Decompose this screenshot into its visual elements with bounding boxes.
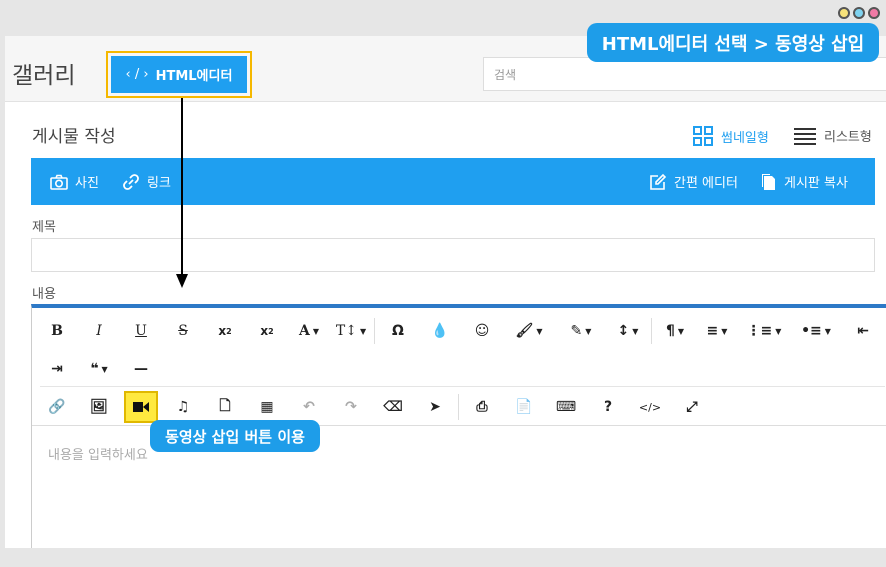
line-height-dropdown[interactable]: ↕ ▼ (607, 316, 649, 346)
insert-video-icon[interactable] (124, 391, 158, 423)
toolbar-row-1: B I U S x2 x2 A▼ T↕▼ Ω 💧 ☺ 🖌▼ ✎▼ ↕▼ (36, 312, 884, 350)
browser-frame: HTML에디터 선택 > 동영상 삽입 갤러리 ‹ / › HTML에디터 검색… (0, 0, 886, 567)
view-list-toggle[interactable]: 리스트형 (794, 126, 872, 145)
callout-video-button: 동영상 삽입 버튼 이용 (150, 420, 320, 452)
horizontal-rule-button[interactable]: — (120, 354, 162, 384)
simple-editor-button[interactable]: 간편 에디터 (649, 158, 738, 205)
post-title: 게시물 작성 (32, 127, 116, 147)
quote-dropdown[interactable]: ❝ ▼ (78, 354, 120, 384)
grid-icon (693, 126, 713, 146)
strikethrough-button[interactable]: S (162, 316, 204, 346)
insert-file-icon[interactable]: 🗋 (204, 392, 246, 422)
print-icon[interactable]: ⎙ (461, 392, 503, 422)
view-list-label: 리스트형 (824, 130, 872, 145)
subscript-button[interactable]: x2 (204, 316, 246, 346)
align-dropdown[interactable]: ≡ ▼ (696, 316, 738, 346)
photo-button[interactable]: 사진 (50, 158, 99, 205)
window-dots (838, 7, 880, 19)
subject-label: 제목 (32, 220, 56, 235)
search-input[interactable]: 검색 (483, 57, 886, 91)
list-icon (794, 127, 816, 145)
italic-button[interactable]: I (78, 316, 120, 346)
undo-icon[interactable]: ↶ (288, 392, 330, 422)
magic-wand-dropdown[interactable]: ✎ ▼ (555, 316, 607, 346)
insert-table-icon[interactable]: ▦ (246, 392, 288, 422)
paragraph-dropdown[interactable]: ¶ ▼ (654, 316, 696, 346)
outdent-button[interactable]: ⇤ (842, 316, 884, 346)
callout-instruction: HTML에디터 선택 > 동영상 삽입 (587, 23, 879, 62)
insert-link-icon[interactable]: 🔗 (36, 392, 78, 422)
photo-label: 사진 (75, 176, 99, 191)
toolbar-separator (458, 394, 459, 420)
subject-input[interactable] (31, 238, 875, 272)
code-icon: ‹ / › (125, 67, 149, 82)
fullscreen-icon[interactable]: ⤢ (671, 392, 713, 422)
special-char-button[interactable]: Ω (377, 316, 419, 346)
camera-icon (50, 174, 68, 190)
page-title: 갤러리 (12, 63, 76, 89)
keyboard-icon[interactable]: ⌨ (545, 392, 587, 422)
link-label: 링크 (147, 176, 171, 191)
simple-editor-label: 간편 에디터 (674, 176, 738, 191)
edit-icon (650, 173, 667, 190)
indent-button[interactable]: ⇥ (36, 354, 78, 384)
copy-board-button[interactable]: 게시판 복사 (761, 158, 848, 205)
link-icon (123, 173, 139, 190)
font-color-dropdown[interactable]: A ▼ (288, 316, 330, 346)
editor-toolbar: B I U S x2 x2 A▼ T↕▼ Ω 💧 ☺ 🖌▼ ✎▼ ↕▼ (32, 308, 886, 426)
toolbar-row-2: ⇥ ❝ ▼ — (36, 350, 162, 388)
content-placeholder: 내용을 입력하세요 (48, 448, 148, 463)
insert-image-icon[interactable]: 🖼 (78, 392, 120, 422)
page: 갤러리 ‹ / › HTML에디터 검색 게시물 작성 썸네일형 리스트형 사진 (5, 36, 886, 548)
superscript-button[interactable]: x2 (246, 316, 288, 346)
underline-button[interactable]: U (120, 316, 162, 346)
unordered-list-dropdown[interactable]: •≡ ▼ (790, 316, 842, 346)
minimize-dot[interactable] (838, 7, 850, 19)
toolbar-separator (374, 318, 375, 344)
close-dot[interactable] (868, 7, 880, 19)
code-view-icon[interactable]: </> (629, 392, 671, 422)
redo-icon[interactable]: ↷ (330, 392, 372, 422)
view-thumb-label: 썸네일형 (721, 130, 769, 146)
link-button[interactable]: 링크 (122, 158, 171, 205)
html-editor-button[interactable]: ‹ / › HTML에디터 (111, 56, 247, 93)
insert-audio-icon[interactable]: ♫ (162, 392, 204, 422)
toolbar-separator (651, 318, 652, 344)
post-toolbar: 사진 링크 간편 에디터 게시판 복사 (31, 158, 875, 205)
maximize-dot[interactable] (853, 7, 865, 19)
font-size-dropdown[interactable]: T↕ ▼ (330, 316, 372, 346)
emoji-button[interactable]: ☺ (461, 316, 503, 346)
pdf-icon[interactable]: 📄 (503, 392, 545, 422)
content-label: 내용 (32, 287, 56, 302)
toolbar-row-3: 🔗 🖼 ♫ 🗋 ▦ ↶ ↷ ⌫ ➤ ⎙ 📄 ⌨ ? </> ⤢ (36, 388, 713, 426)
ink-icon[interactable]: 💧 (419, 316, 461, 346)
bold-button[interactable]: B (36, 316, 78, 346)
html-editor-highlight: ‹ / › HTML에디터 (106, 51, 252, 98)
help-icon[interactable]: ? (587, 392, 629, 422)
toolbar-divider (40, 386, 885, 387)
brush-dropdown[interactable]: 🖌 ▼ (503, 316, 555, 346)
copy-board-label: 게시판 복사 (784, 176, 848, 191)
eraser-icon[interactable]: ⌫ (372, 392, 414, 422)
pointer-arrow (176, 98, 188, 288)
copy-icon (762, 173, 775, 190)
html-editor-label: HTML에디터 (155, 69, 233, 84)
select-cursor-icon[interactable]: ➤ (414, 392, 456, 422)
view-thumbnail-toggle[interactable]: 썸네일형 (693, 126, 769, 146)
ordered-list-dropdown[interactable]: ⋮≡ ▼ (738, 316, 790, 346)
